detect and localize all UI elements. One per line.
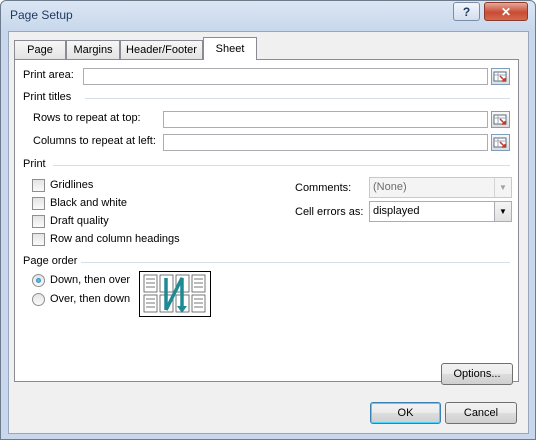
page-setup-dialog: Page Setup ? ✕ Page Margins Header/Foote… <box>0 0 536 440</box>
columns-to-repeat-label: Columns to repeat at left: <box>33 135 156 147</box>
page-order-divider <box>81 262 510 263</box>
over-then-down-label: Over, then down <box>50 293 131 305</box>
sheet-tab-panel: Print area: Print titles Rows to repeat … <box>14 59 519 382</box>
gridlines-checkbox[interactable] <box>32 179 45 192</box>
columns-collapse-button[interactable] <box>491 134 510 151</box>
draft-quality-checkbox[interactable] <box>32 215 45 228</box>
chevron-down-icon: ▼ <box>494 178 511 197</box>
cell-errors-value: displayed <box>373 205 420 217</box>
collapse-dialog-icon <box>493 137 507 148</box>
chevron-down-icon: ▼ <box>494 202 511 221</box>
collapse-dialog-icon <box>493 114 507 125</box>
cell-errors-label: Cell errors as: <box>295 206 364 218</box>
page-order-preview <box>139 271 211 317</box>
down-then-over-radio[interactable] <box>32 274 45 287</box>
comments-label: Comments: <box>295 182 352 194</box>
comments-value: (None) <box>373 181 407 193</box>
close-button[interactable]: ✕ <box>484 2 528 21</box>
black-and-white-checkbox[interactable] <box>32 197 45 210</box>
dialog-body: Page Margins Header/Footer Sheet Print a… <box>8 31 529 434</box>
help-button[interactable]: ? <box>453 2 480 21</box>
ok-button[interactable]: OK <box>370 402 441 424</box>
columns-to-repeat-field[interactable] <box>163 134 488 151</box>
comments-dropdown[interactable]: (None) ▼ <box>369 177 512 198</box>
tab-page[interactable]: Page <box>14 40 66 59</box>
print-area-field[interactable] <box>83 68 488 85</box>
gridlines-label: Gridlines <box>50 179 94 191</box>
rows-collapse-button[interactable] <box>491 111 510 128</box>
draft-quality-label: Draft quality <box>50 215 109 227</box>
close-icon: ✕ <box>500 4 512 19</box>
print-divider <box>53 165 510 166</box>
over-then-down-radio[interactable] <box>32 293 45 306</box>
page-order-header: Page order <box>23 255 78 267</box>
tab-margins[interactable]: Margins <box>66 40 120 59</box>
help-icon: ? <box>462 4 471 19</box>
print-section-header: Print <box>23 158 46 170</box>
page-order-illustration <box>143 274 206 313</box>
print-area-label: Print area: <box>23 69 74 81</box>
collapse-dialog-icon <box>493 71 507 82</box>
title-bar[interactable]: Page Setup ? ✕ <box>1 1 535 31</box>
print-titles-divider <box>85 98 510 99</box>
options-button[interactable]: Options... <box>441 363 513 385</box>
row-column-headings-checkbox[interactable] <box>32 233 45 246</box>
rows-to-repeat-label: Rows to repeat at top: <box>33 112 141 124</box>
tab-header-footer[interactable]: Header/Footer <box>120 40 203 59</box>
tab-sheet[interactable]: Sheet <box>203 37 257 60</box>
cell-errors-dropdown[interactable]: displayed ▼ <box>369 201 512 222</box>
down-then-over-label: Down, then over <box>50 274 131 286</box>
black-and-white-label: Black and white <box>50 197 128 209</box>
print-area-collapse-button[interactable] <box>491 68 510 85</box>
cancel-button[interactable]: Cancel <box>445 402 517 424</box>
rows-to-repeat-field[interactable] <box>163 111 488 128</box>
print-titles-header: Print titles <box>23 91 72 103</box>
row-column-headings-label: Row and column headings <box>50 233 180 245</box>
dialog-title: Page Setup <box>10 8 73 22</box>
